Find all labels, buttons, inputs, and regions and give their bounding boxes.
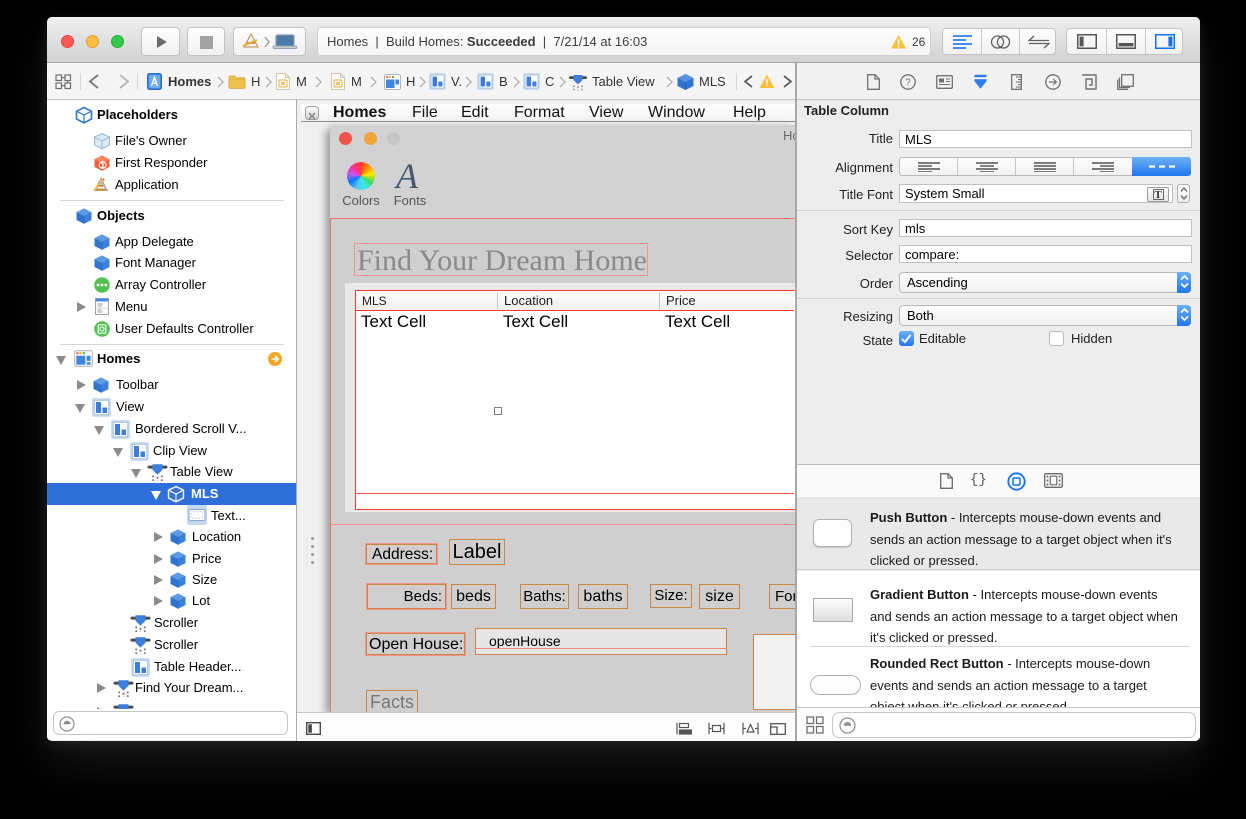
svg-text:?: ? <box>905 78 911 89</box>
